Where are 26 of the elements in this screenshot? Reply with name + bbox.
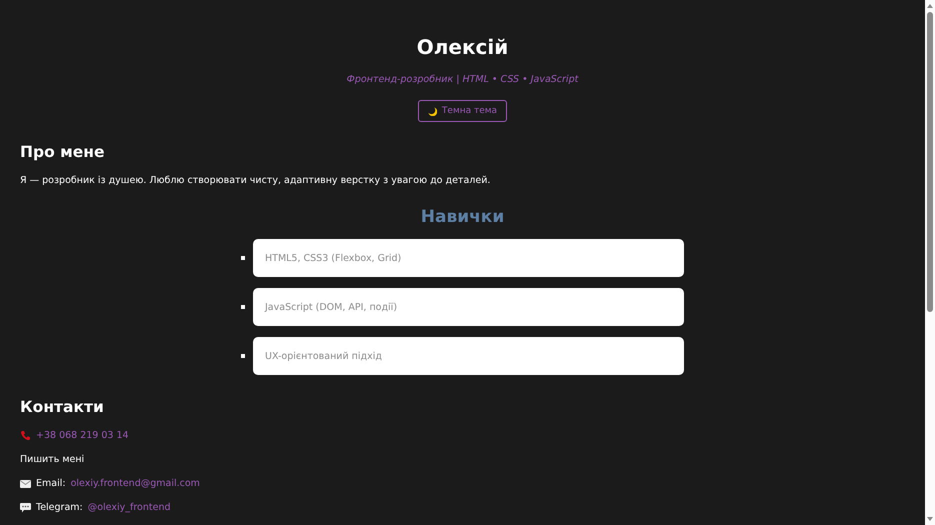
phone-icon <box>20 430 31 441</box>
contact-link[interactable]: olexiy.frontend@gmail.com <box>70 478 200 489</box>
skill-card: JavaScript (DOM, API, події) <box>253 288 684 326</box>
bullet-icon <box>241 256 245 260</box>
contact-link[interactable]: +38 068 219 03 14 <box>36 430 129 441</box>
bullet-icon <box>241 354 245 358</box>
envelope-icon <box>20 480 31 488</box>
scroll-down-icon[interactable] <box>927 517 933 521</box>
scroll-up-icon[interactable] <box>927 4 933 8</box>
moon-icon <box>428 106 437 116</box>
section-heading: Навички <box>420 207 506 227</box>
page-title: Олексій <box>416 34 508 60</box>
speech-bubble-icon <box>20 502 31 512</box>
section-heading: Про мене <box>20 142 106 162</box>
contact-text: Пишить мені <box>20 454 84 465</box>
subtitle: Фронтенд-розробник | HTML • CSS • JavaScript <box>346 74 578 85</box>
theme-toggle-button[interactable]: Темна тема <box>418 100 508 122</box>
skill-card: UX-орієнтований підхід <box>253 337 684 375</box>
bullet-icon <box>241 305 245 309</box>
section-heading: Контакти <box>20 397 105 417</box>
contact-label: Email: <box>36 478 66 489</box>
contact-link[interactable]: @olexiy_frontend <box>88 502 170 513</box>
contact-label: Telegram: <box>36 502 83 513</box>
about-text: Я — розробник із душею. Люблю створювати чисту, адаптивну верстку з увагою до деталей. <box>20 175 492 186</box>
skill-card: HTML5, CSS3 (Flexbox, Grid) <box>253 239 684 277</box>
scrollbar[interactable] <box>925 0 935 525</box>
